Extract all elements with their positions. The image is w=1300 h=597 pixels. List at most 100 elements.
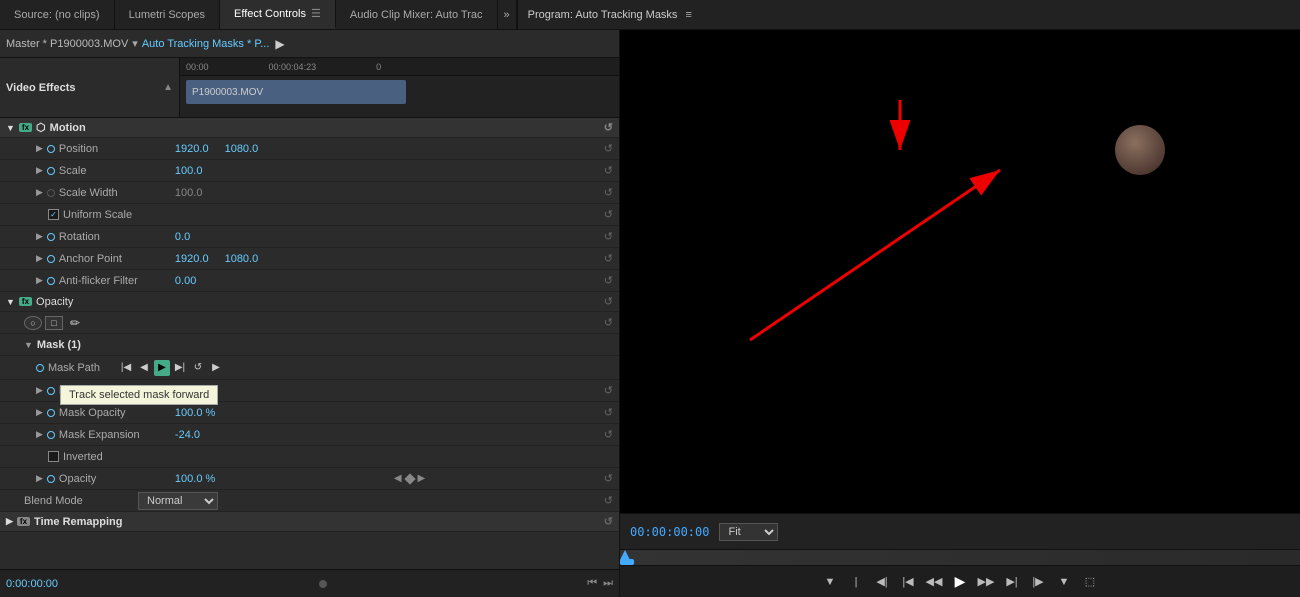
transport-mark-out-btn[interactable]: ▼ [1054, 572, 1074, 592]
transport-frame-fwd-btn[interactable]: |▶ [1028, 572, 1048, 592]
rotation-expand-icon[interactable]: ▶ [36, 231, 43, 242]
timeline-area: Video Effects ▲ 00:00 00:00:04:23 0 P190… [0, 58, 619, 118]
ellipse-mask-btn[interactable]: ○ [24, 316, 42, 330]
mask-controls-row: ○ □ ✏ ↺ [0, 312, 619, 334]
mask-rewind-btn[interactable]: ↺ [190, 360, 206, 376]
transport-prev-edit-btn[interactable]: |◀ [898, 572, 918, 592]
scrub-track[interactable] [620, 550, 1300, 565]
scale-expand-icon[interactable]: ▶ [36, 165, 43, 176]
mask-controls-reset[interactable]: ↺ [604, 316, 613, 329]
uniform-scale-checkbox[interactable] [48, 209, 59, 220]
opacity-value-reset[interactable]: ↺ [604, 472, 613, 485]
scale-val[interactable]: 100.0 [175, 165, 203, 177]
mask-expansion-expand-icon[interactable]: ▶ [36, 429, 43, 440]
mask-opacity-reset[interactable]: ↺ [604, 406, 613, 419]
motion-collapse-icon[interactable]: ▼ [6, 123, 15, 133]
mask-play-forward-btn[interactable]: ▶ [154, 360, 170, 376]
scale-reset[interactable]: ↺ [604, 164, 613, 177]
prev-btn[interactable]: ⏮ [587, 577, 597, 590]
transport-play-btn[interactable]: ▶ [950, 572, 970, 592]
opacity-value-val[interactable]: 100.0 % [175, 473, 215, 485]
keyframe-diamond-icon[interactable] [404, 473, 415, 484]
mask-expansion-keyframe-icon [47, 431, 55, 439]
timeline-ruler: 00:00 00:00:04:23 0 [180, 58, 619, 76]
program-bottom-bar: 00:00:00:00 Fit 25% 50% 75% 100% [620, 513, 1300, 549]
play-button[interactable]: ▶ [275, 37, 284, 51]
motion-reset-btn[interactable]: ↺ [604, 121, 613, 134]
mask-opacity-val[interactable]: 100.0 % [175, 407, 215, 419]
kf-next-btn[interactable]: ▶ [418, 473, 426, 484]
uniform-scale-reset[interactable]: ↺ [604, 208, 613, 221]
clip-chevron[interactable]: ▾ [132, 37, 138, 50]
tab-more-btn[interactable]: » [498, 0, 516, 29]
anti-flicker-reset[interactable]: ↺ [604, 274, 613, 287]
tab-lumetri[interactable]: Lumetri Scopes [115, 0, 220, 29]
anchor-point-expand-icon[interactable]: ▶ [36, 253, 43, 264]
transport-mark-in-btn[interactable]: ▼ [820, 572, 840, 592]
scale-width-reset[interactable]: ↺ [604, 186, 613, 199]
effects-panel: ▼ fx ⬡ Motion ↺ ▶ Position 1920.0 1080.0… [0, 118, 619, 569]
mask-first-frame-btn[interactable]: |◀ [118, 360, 134, 376]
position-reset[interactable]: ↺ [604, 142, 613, 155]
scroll-up-btn[interactable]: ▲ [163, 82, 173, 93]
kf-prev-btn[interactable]: ◀ [394, 473, 402, 484]
mask-path-row: Mask Path |◀ ◀ ▶ ▶| ↺ ▶ Track selected m… [0, 356, 619, 380]
timeline-track-col: 00:00 00:00:04:23 0 P1900003.MOV [180, 58, 619, 117]
opacity-collapse-icon[interactable]: ▼ [6, 297, 15, 307]
mask-1-expand-icon[interactable]: ▼ [24, 340, 33, 350]
rotation-reset[interactable]: ↺ [604, 230, 613, 243]
mask-feather-reset[interactable]: ↺ [604, 384, 613, 397]
mask-more-btn[interactable]: ▶ [208, 360, 224, 376]
time-remap-reset[interactable]: ↺ [604, 515, 613, 528]
anchor-point-val2[interactable]: 1080.0 [225, 253, 259, 265]
anchor-point-label: Anchor Point [59, 253, 169, 265]
blend-mode-select[interactable]: Normal Multiply Screen Overlay [138, 492, 218, 510]
position-val2[interactable]: 1080.0 [225, 143, 259, 155]
main-layout: Master * P1900003.MOV ▾ Auto Tracking Ma… [0, 30, 1300, 597]
transport-frame-back-btn[interactable]: ◀| [872, 572, 892, 592]
fit-select[interactable]: Fit 25% 50% 75% 100% [719, 523, 778, 541]
red-arrow-overlay [700, 90, 1150, 370]
anchor-point-row: ▶ Anchor Point 1920.0 1080.0 ↺ [0, 248, 619, 270]
time-remap-expand-icon[interactable]: ▶ [6, 516, 13, 527]
mask-prev-frame-btn[interactable]: ◀ [136, 360, 152, 376]
position-expand-icon[interactable]: ▶ [36, 143, 43, 154]
opacity-reset[interactable]: ↺ [604, 295, 613, 308]
timeline-clip-bar[interactable]: P1900003.MOV [186, 80, 406, 104]
transport-rewind-btn[interactable]: ◀◀ [924, 572, 944, 592]
mask-feather-expand-icon[interactable]: ▶ [36, 385, 43, 396]
scale-width-expand-icon[interactable]: ▶ [36, 187, 43, 198]
mask-opacity-expand-icon[interactable]: ▶ [36, 407, 43, 418]
mask-expansion-val[interactable]: -24.0 [175, 429, 200, 441]
scrub-handle[interactable] [620, 559, 634, 565]
blend-mode-reset[interactable]: ↺ [604, 494, 613, 507]
rect-mask-btn[interactable]: □ [45, 316, 63, 330]
tab-effect-controls[interactable]: Effect Controls ☰ [220, 0, 336, 29]
transport-export-btn[interactable]: ⬚ [1080, 572, 1100, 592]
transport-step-back-btn[interactable]: | [846, 572, 866, 592]
pen-mask-btn[interactable]: ✏ [66, 316, 84, 330]
mask-opacity-row: ▶ Mask Opacity 100.0 % ↺ [0, 402, 619, 424]
next-btn[interactable]: ⏭ [603, 577, 613, 590]
motion-label: Motion [50, 122, 86, 134]
mask-expansion-row: ▶ Mask Expansion -24.0 ↺ [0, 424, 619, 446]
opacity-value-expand-icon[interactable]: ▶ [36, 473, 43, 484]
mask-expansion-reset[interactable]: ↺ [604, 428, 613, 441]
tab-audio-mixer[interactable]: Audio Clip Mixer: Auto Trac [336, 0, 498, 29]
anti-flicker-val[interactable]: 0.00 [175, 275, 196, 287]
menu-icon[interactable]: ☰ [311, 7, 321, 20]
transport-ff-btn[interactable]: ▶▶ [976, 572, 996, 592]
tab-source[interactable]: Source: (no clips) [0, 0, 115, 29]
mask-1-header: ▼ Mask (1) [0, 334, 619, 356]
transport-next-edit-btn[interactable]: ▶| [1002, 572, 1022, 592]
anti-flicker-expand-icon[interactable]: ▶ [36, 275, 43, 286]
position-val1[interactable]: 1920.0 [175, 143, 209, 155]
anchor-point-reset[interactable]: ↺ [604, 252, 613, 265]
rotation-val[interactable]: 0.0 [175, 231, 190, 243]
program-menu-icon[interactable]: ≡ [685, 9, 691, 21]
position-label: Position [59, 143, 169, 155]
inverted-checkbox[interactable] [48, 451, 59, 462]
mask-next-frame-btn[interactable]: ▶| [172, 360, 188, 376]
scale-width-val[interactable]: 100.0 [175, 187, 203, 199]
anchor-point-val1[interactable]: 1920.0 [175, 253, 209, 265]
